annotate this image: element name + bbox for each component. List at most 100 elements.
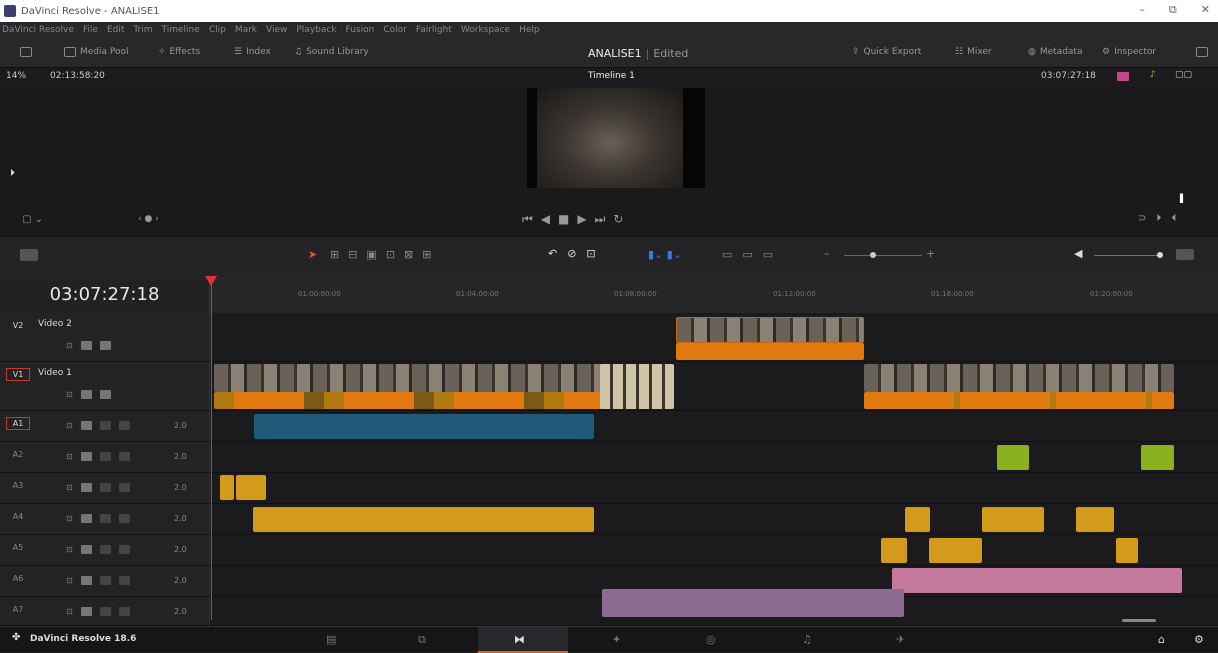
auto-select-icon[interactable] (80, 452, 92, 461)
track-header-a2[interactable]: A2 ⊡ 2.0 (0, 442, 210, 473)
zoom-mode-icons[interactable]: ▭▭▭ (722, 248, 783, 261)
menu-item[interactable]: DaVinci Resolve (2, 25, 74, 35)
home-icon[interactable]: ⌂ (1158, 633, 1165, 646)
track-id[interactable]: A6 (6, 572, 30, 585)
volume-slider-handle[interactable] (1157, 252, 1163, 258)
track-header-v2[interactable]: V2 Video 2 ⊡ (0, 313, 210, 362)
audio-clip[interactable] (929, 538, 982, 563)
track-id[interactable]: A7 (6, 603, 30, 616)
menu-item[interactable]: Trim (133, 25, 152, 35)
track-lane-v1[interactable] (210, 362, 1218, 411)
audio-clip[interactable] (1116, 538, 1138, 563)
audio-clip[interactable] (1076, 507, 1114, 532)
track-header-a4[interactable]: A4 ⊡ 2.0 (0, 504, 210, 535)
track-header-a7[interactable]: A7 ⊡ 2.0 (0, 597, 210, 626)
volume-slider-track[interactable] (1094, 255, 1162, 256)
monitor-icon[interactable] (1117, 72, 1129, 81)
video-clip-label[interactable] (676, 343, 864, 360)
selection-tool-icon[interactable]: ➤ (308, 248, 317, 261)
mute-icon[interactable] (118, 452, 130, 461)
menu-item[interactable]: Clip (209, 25, 226, 35)
video-clip[interactable] (600, 364, 674, 409)
enable-track-icon[interactable] (99, 341, 111, 350)
track-header-a1[interactable]: A1 ⊡ 2.0 (0, 411, 210, 442)
track-header-a3[interactable]: A3 ⊡ 2.0 (0, 473, 210, 504)
track-lane-a2[interactable] (210, 442, 1218, 473)
settings-gear-icon[interactable]: ⚙ (1194, 633, 1204, 646)
audio-clip[interactable] (982, 507, 1044, 532)
auto-select-icon[interactable] (80, 390, 92, 399)
cut-page-icon[interactable]: ⧉ (418, 633, 426, 647)
mute-icon[interactable] (118, 607, 130, 616)
timeline-ruler[interactable]: 01:00:00:00 01:04:00:00 01:08:00:00 01:1… (210, 276, 1218, 313)
audio-clip[interactable] (253, 507, 594, 532)
auto-select-icon[interactable] (80, 545, 92, 554)
color-page-icon[interactable]: ◎ (706, 633, 716, 646)
audio-icon[interactable]: ♪ (1150, 70, 1156, 80)
mixer-button[interactable]: ☷ Mixer (955, 47, 992, 57)
track-header-a5[interactable]: A5 ⊡ 2.0 (0, 535, 210, 566)
zoom-out-icon[interactable]: – (824, 247, 830, 260)
solo-icon[interactable] (99, 421, 111, 430)
track-header-v1[interactable]: V1 Video 1 ⊡ (0, 362, 210, 411)
metadata-button[interactable]: ◍ Metadata (1028, 47, 1082, 57)
menu-item[interactable]: Fairlight (416, 25, 452, 35)
track-lane-a7[interactable] (210, 589, 1218, 626)
timeline-selector[interactable]: Timeline 1 (588, 71, 635, 81)
menu-item[interactable]: Color (383, 25, 407, 35)
audio-clip[interactable] (602, 589, 904, 617)
menu-item[interactable]: Mark (235, 25, 257, 35)
solo-icon[interactable] (99, 545, 111, 554)
auto-select-icon[interactable] (80, 483, 92, 492)
media-page-icon[interactable]: ▤ (326, 633, 336, 646)
video-clip[interactable] (676, 317, 864, 343)
auto-select-icon[interactable] (80, 576, 92, 585)
volume-icon[interactable]: ◀︎ (1074, 247, 1082, 260)
track-id[interactable]: V1 (6, 368, 30, 381)
auto-select-icon[interactable] (80, 421, 92, 430)
mute-icon[interactable] (118, 421, 130, 430)
audio-clip[interactable] (236, 475, 266, 500)
audio-clip[interactable] (254, 414, 594, 439)
media-pool-button[interactable]: Media Pool (64, 47, 129, 57)
track-header-a6[interactable]: A6 ⊡ 2.0 (0, 566, 210, 597)
solo-icon[interactable] (99, 452, 111, 461)
viewer-options-icon[interactable]: ▢ ⌄ (22, 214, 43, 225)
zoom-slider-track[interactable] (844, 255, 922, 256)
mute-icon[interactable] (118, 576, 130, 585)
match-frame-icons[interactable]: ⊃⏵⏴ (1138, 213, 1186, 224)
solo-icon[interactable] (99, 607, 111, 616)
audio-clip[interactable] (997, 445, 1029, 470)
panel-toggle-icon[interactable] (20, 47, 32, 57)
fairlight-page-icon[interactable]: ♫ (802, 633, 812, 646)
minimize-icon[interactable]: – (1139, 3, 1145, 17)
zoom-in-icon[interactable]: + (926, 247, 935, 260)
lock-icon[interactable]: ⊡ (66, 341, 73, 350)
track-id[interactable]: A4 (6, 510, 30, 523)
track-id[interactable]: A5 (6, 541, 30, 554)
zoom-slider-handle[interactable] (870, 252, 876, 258)
audio-clip[interactable] (220, 475, 234, 500)
timeline-scrollbar[interactable] (1122, 619, 1156, 622)
lock-icon[interactable]: ⊡ (66, 390, 73, 399)
sound-library-button[interactable]: ♫ Sound Library (294, 47, 369, 57)
menu-item[interactable]: Fusion (346, 25, 375, 35)
playhead[interactable] (211, 276, 212, 620)
edit-page-icon[interactable]: ⧓ (514, 633, 525, 646)
inspector-button[interactable]: ⚙ Inspector (1102, 47, 1156, 57)
track-lane-a3[interactable] (210, 473, 1218, 504)
quick-export-button[interactable]: ⇪ Quick Export (852, 47, 921, 57)
deliver-page-icon[interactable]: ✈ (896, 633, 905, 646)
mute-icon[interactable] (118, 514, 130, 523)
transport-controls[interactable]: ⏮◀■▶⏭↻ (522, 212, 631, 227)
panel-right-icon[interactable] (1196, 47, 1208, 57)
layout-icon[interactable] (20, 249, 38, 261)
solo-icon[interactable] (99, 576, 111, 585)
auto-select-icon[interactable] (80, 514, 92, 523)
mute-icon[interactable] (118, 545, 130, 554)
track-lane-a5[interactable] (210, 535, 1218, 566)
audio-clip[interactable] (881, 538, 907, 563)
edit-tools-icons[interactable]: ⊞⊟▣⊡⊠⊞ (330, 248, 440, 261)
menu-item[interactable]: File (83, 25, 98, 35)
audio-clip[interactable] (892, 568, 1182, 593)
